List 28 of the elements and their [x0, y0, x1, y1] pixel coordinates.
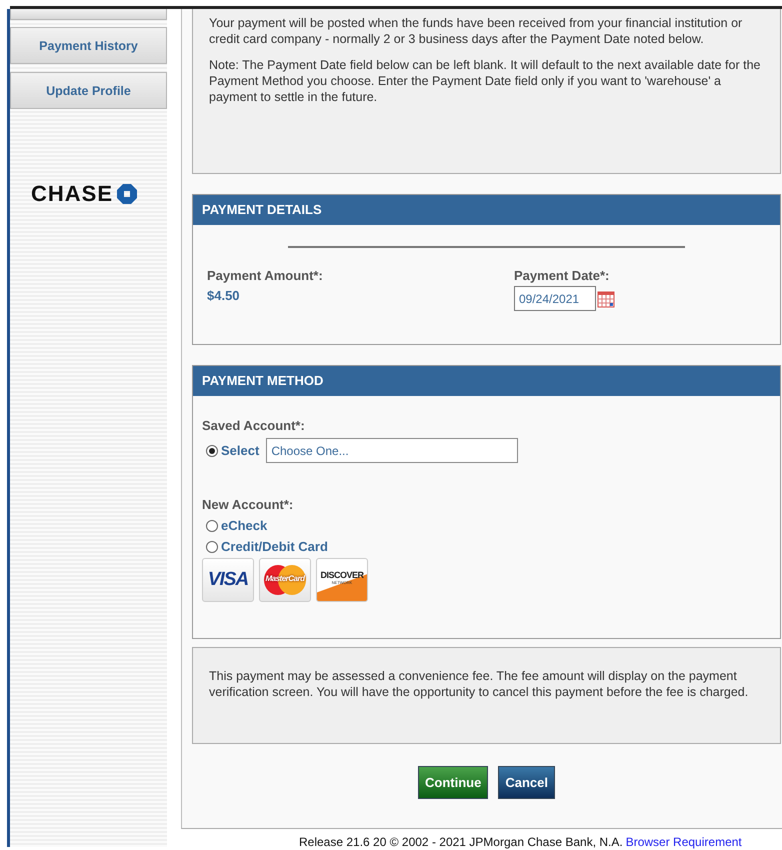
radio-button[interactable] — [206, 540, 218, 552]
sidebar-button[interactable]: Update Profile — [10, 72, 167, 109]
option-label: Credit/Debit Card — [221, 539, 328, 554]
browser-requirement-link[interactable]: Browser Requirement — [626, 835, 742, 849]
account-dropdown[interactable]: Choose One... — [266, 438, 518, 463]
section-header: PAYMENT DETAILS — [193, 195, 780, 225]
cancel-button[interactable]: Cancel — [498, 766, 555, 799]
section-header: PAYMENT METHOD — [193, 366, 780, 396]
option-label: eCheck — [221, 518, 268, 533]
notice-text: Your payment will be posted when the funds have been received from your financial institution or credit card company - normally 2 or 3 business days after the Payment Date noted below. — [209, 15, 744, 47]
bank-logo-text: CHASE — [30, 181, 113, 207]
field-label: Saved Account*: — [202, 418, 306, 433]
field-label: Payment Amount*: — [207, 268, 324, 283]
sidebar-button[interactable]: Payment History — [10, 27, 167, 64]
radio-button[interactable] — [206, 444, 218, 456]
date-field[interactable]: 09/24/2021 — [514, 286, 596, 311]
option-label: Select — [221, 443, 260, 458]
footer-text: Release 21.6 20 © 2002 - 2021 JPMorgan Chase Bank, N.A. — [299, 835, 623, 849]
amount-value: $4.50 — [207, 288, 241, 303]
radio-button[interactable] — [206, 520, 218, 532]
notice-text: Note: The Payment Date field below can be left blank. It will default to the next available date for the Payment Method you choose. Enter the Payment Date field only if you want to 'warehouse' a payment to settle in the future. — [209, 57, 762, 105]
octagon-logo-icon — [116, 183, 138, 205]
fee-notice-text: This payment may be assessed a convenience fee. The fee amount will display on the payment verification screen. You will have the opportunity to cancel this payment before the fee is charged. — [209, 668, 750, 700]
continue-button[interactable]: Continue — [418, 766, 488, 799]
field-label: Payment Date*: — [514, 268, 610, 283]
visa-card-logo: VISA — [202, 558, 254, 602]
field-label: New Account*: — [202, 497, 294, 512]
calendar-icon[interactable] — [597, 290, 615, 308]
